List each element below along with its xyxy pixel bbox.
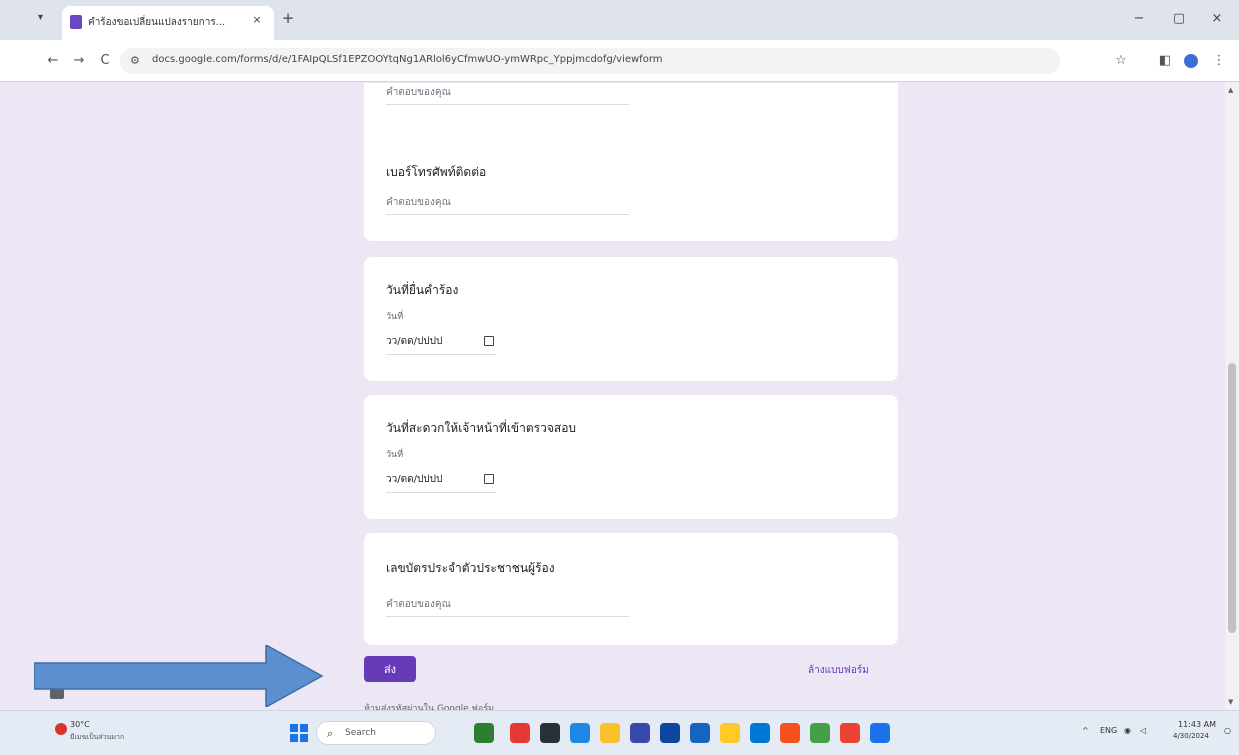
windows-taskbar: 30°C มีเมฆเป็นส่วนมาก ⌕ Search ^ ENG ◉ ◁… <box>0 710 1239 755</box>
side-panel-icon[interactable]: ◧ <box>1156 52 1174 70</box>
scroll-up-icon[interactable]: ▲ <box>1228 86 1236 94</box>
close-window-button[interactable]: × <box>1208 10 1226 28</box>
previous-answer-input[interactable]: คำตอบของคุณ <box>386 83 629 105</box>
id-card-input[interactable]: คำตอบของคุณ <box>386 595 629 617</box>
browser-title-bar: ▾ คำร้องขอเปลี่ยนแปลงรายการ... × + − ▢ × <box>0 0 1239 40</box>
phone-input[interactable]: คำตอบของคุณ <box>386 193 629 215</box>
calendar-icon[interactable] <box>484 336 494 346</box>
scroll-thumb[interactable] <box>1228 363 1236 633</box>
taskbar-app-icon-6[interactable] <box>630 723 650 743</box>
wifi-icon[interactable]: ◉ <box>1124 726 1131 735</box>
search-icon: ⌕ <box>327 727 334 740</box>
annotation-arrow-icon <box>34 645 324 707</box>
weather-icon[interactable] <box>55 723 67 735</box>
taskbar-app-icon-4[interactable] <box>570 723 590 743</box>
question-card-inspect-date: วันที่สะดวกให้เจ้าหน้าที่เข้าตรวจสอบ วัน… <box>364 395 898 519</box>
footer-note: ห้ามส่งรหัสผ่านใน Google ฟอร์ม <box>364 704 495 710</box>
taskbar-search-box[interactable]: ⌕ Search <box>316 721 436 745</box>
page-scrollbar[interactable]: ▲ ▼ <box>1225 83 1239 710</box>
windows-start-icon[interactable] <box>290 724 308 742</box>
question-title-inspect-date: วันที่สะดวกให้เจ้าหน้าที่เข้าตรวจสอบ <box>386 421 577 435</box>
weather-description: มีเมฆเป็นส่วนมาก <box>70 733 125 741</box>
store-icon[interactable] <box>660 723 680 743</box>
new-tab-button[interactable]: + <box>280 10 296 26</box>
taskbar-app-icon-2[interactable] <box>510 723 530 743</box>
mail-icon[interactable] <box>690 723 710 743</box>
back-button[interactable]: ← <box>44 52 62 70</box>
bookmark-star-icon[interactable]: ☆ <box>1112 52 1130 70</box>
edge-browser-icon[interactable] <box>750 723 770 743</box>
notification-icon[interactable]: ○ <box>1224 726 1231 735</box>
inspect-date-input[interactable]: วว/ดด/ปปปป <box>386 471 496 493</box>
date-value: วว/ดด/ปปปป <box>386 474 443 485</box>
chrome-icon[interactable] <box>840 723 860 743</box>
firefox-icon[interactable] <box>780 723 800 743</box>
tab-title: คำร้องขอเปลี่ยนแปลงรายการ... <box>88 17 226 28</box>
search-text: Search <box>345 728 376 738</box>
clock-date[interactable]: 4/30/2024 <box>1173 732 1209 740</box>
taskbar-app-icon-3[interactable] <box>540 723 560 743</box>
calendar-icon[interactable] <box>484 474 494 484</box>
profile-avatar[interactable] <box>1184 54 1198 68</box>
weather-temperature: 30°C <box>70 720 90 729</box>
address-bar[interactable]: ⚙ docs.google.com/forms/d/e/1FAIpQLSf1EP… <box>120 48 1060 74</box>
taskbar-app-icon-14[interactable] <box>870 723 890 743</box>
forward-button[interactable]: → <box>70 52 88 70</box>
taskbar-app-icon-9[interactable] <box>720 723 740 743</box>
question-title-phone: เบอร์โทรศัพท์ติดต่อ <box>386 165 487 179</box>
question-title-id-card: เลขบัตรประจำตัวประชาชนผู้ร้อง <box>386 561 555 575</box>
site-info-icon[interactable]: ⚙ <box>130 54 144 68</box>
volume-icon[interactable]: ◁ <box>1140 726 1146 735</box>
date-label: วันที่ <box>386 450 404 460</box>
tab-close-icon[interactable]: × <box>250 13 264 27</box>
file-explorer-icon[interactable] <box>600 723 620 743</box>
date-value: วว/ดด/ปปปป <box>386 336 443 347</box>
clock-time[interactable]: 11:43 AM <box>1178 720 1216 729</box>
maximize-button[interactable]: ▢ <box>1170 10 1188 28</box>
question-card-submit-date: วันที่ยื่นคำร้อง วันที่ วว/ดด/ปปปป <box>364 257 898 381</box>
annotation-arrow-shape <box>34 645 324 707</box>
submit-button[interactable]: ส่ง <box>364 656 416 682</box>
taskbar-app-icon-1[interactable] <box>474 723 494 743</box>
browser-menu-icon[interactable]: ⋮ <box>1210 52 1228 70</box>
submit-date-input[interactable]: วว/ดด/ปปปป <box>386 333 496 355</box>
tray-chevron-icon[interactable]: ^ <box>1082 726 1089 735</box>
google-forms-favicon-icon <box>70 15 82 29</box>
question-card-id-card: เลขบัตรประจำตัวประชาชนผู้ร้อง คำตอบของคุ… <box>364 533 898 645</box>
language-indicator[interactable]: ENG <box>1100 726 1117 735</box>
date-label: วันที่ <box>386 312 404 322</box>
clear-form-link[interactable]: ล้างแบบฟอร์ม <box>808 663 869 678</box>
form-page: คำตอบของคุณ เบอร์โทรศัพท์ติดต่อ คำตอบของ… <box>0 83 1239 710</box>
minimize-button[interactable]: − <box>1130 10 1148 28</box>
question-card-phone: เบอร์โทรศัพท์ติดต่อ คำตอบของคุณ <box>364 131 898 241</box>
question-title-submit-date: วันที่ยื่นคำร้อง <box>386 283 459 297</box>
taskbar-app-icon-12[interactable] <box>810 723 830 743</box>
reload-button[interactable]: C <box>96 52 114 70</box>
tab-search-chevron-icon[interactable]: ▾ <box>38 12 52 24</box>
browser-tab-active[interactable]: คำร้องขอเปลี่ยนแปลงรายการ... × <box>62 6 274 40</box>
url-text: docs.google.com/forms/d/e/1FAIpQLSf1EPZO… <box>152 54 663 65</box>
browser-toolbar: ← → C ⚙ docs.google.com/forms/d/e/1FAIpQ… <box>0 40 1239 82</box>
scroll-down-icon[interactable]: ▼ <box>1228 698 1236 706</box>
